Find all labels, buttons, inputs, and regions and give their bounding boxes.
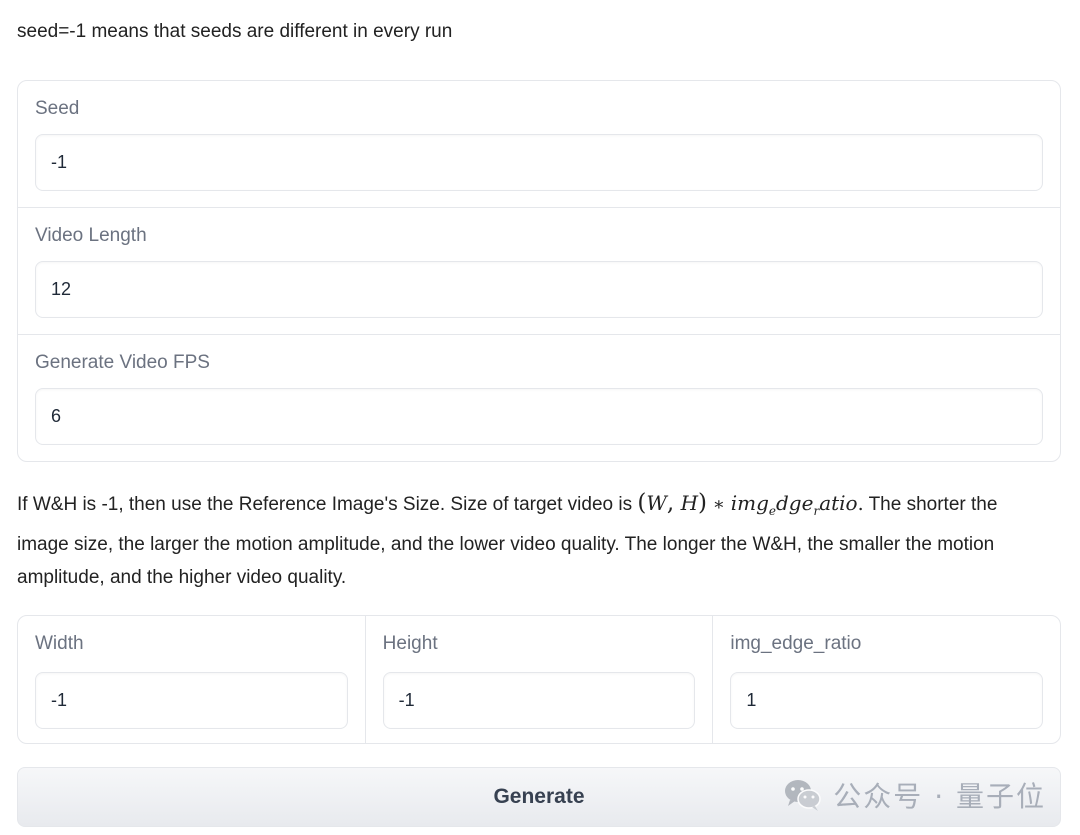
- seed-field: Seed -1: [18, 81, 1060, 208]
- description-text-before: If W&H is -1, then use the Reference Ima…: [17, 494, 638, 515]
- img-edge-ratio-label: img_edge_ratio: [730, 633, 862, 654]
- fps-field: Generate Video FPS 6: [18, 335, 1060, 461]
- height-field: Height -1: [366, 616, 714, 743]
- seed-note: seed=-1 means that seeds are different i…: [17, 21, 453, 42]
- formula-h: H: [680, 491, 699, 515]
- watermark-text: 公众号 · 量子位: [833, 780, 1046, 813]
- seed-label: Seed: [35, 98, 80, 119]
- height-input[interactable]: -1: [382, 672, 696, 729]
- img-edge-ratio-field: img_edge_ratio 1: [713, 616, 1060, 743]
- fps-label: Generate Video FPS: [35, 352, 210, 373]
- video-length-field: Video Length 12: [18, 208, 1060, 335]
- height-label: Height: [382, 633, 438, 654]
- formula-comma: ,: [666, 490, 675, 516]
- formula-w: W: [646, 491, 667, 515]
- formula-part-1: img: [730, 491, 769, 515]
- seed-input[interactable]: -1: [35, 134, 1043, 191]
- watermark: 公众号 · 量子位: [783, 775, 1046, 815]
- formula-close-paren: ): [698, 490, 708, 516]
- formula-part-2: dge: [775, 491, 814, 515]
- generation-settings-panel: Seed -1 Video Length 12 Generate Video F…: [17, 80, 1061, 462]
- wechat-icon: [785, 780, 822, 811]
- formula-sub-1: e: [768, 504, 776, 518]
- size-settings-row: Width -1 Height -1 img_edge_ratio 1: [17, 615, 1061, 744]
- formula-part-3: atio: [819, 491, 858, 515]
- formula-open-paren: (: [637, 490, 647, 516]
- fps-input[interactable]: 6: [35, 388, 1043, 445]
- size-description: If W&H is -1, then use the Reference Ima…: [17, 487, 1047, 594]
- formula-operator: ∗: [707, 494, 731, 515]
- size-formula: (W, H) ∗ imgedgeratio.: [637, 490, 863, 518]
- width-label: Width: [35, 633, 84, 654]
- width-input[interactable]: -1: [35, 672, 348, 729]
- img-edge-ratio-input[interactable]: 1: [730, 672, 1044, 729]
- video-length-label: Video Length: [35, 225, 147, 246]
- video-length-input[interactable]: 12: [35, 261, 1043, 318]
- width-field: Width -1: [18, 616, 366, 743]
